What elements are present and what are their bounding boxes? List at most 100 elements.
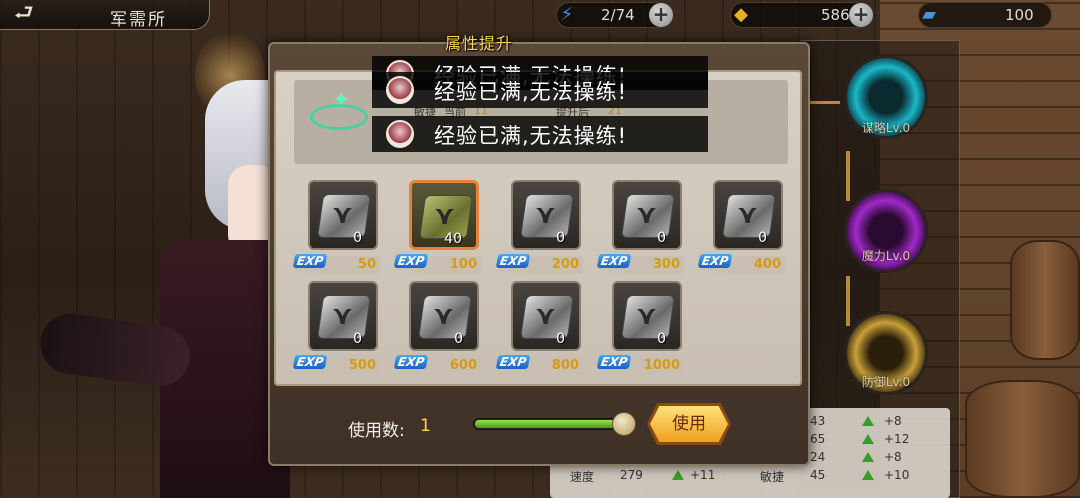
item-exp-value: 800 (551, 358, 579, 373)
item-exp-bar: EXP 1000 (596, 355, 684, 375)
page-title: 军需所 (110, 10, 167, 30)
stone-rune-mark: ⋎ (636, 301, 658, 331)
stat-value: 24 (810, 450, 826, 464)
skill-connector-line (846, 276, 850, 326)
stat-bonus: +8 (884, 414, 902, 428)
slider-knob[interactable] (612, 412, 636, 436)
item-count: 0 (556, 331, 565, 347)
item-frame: ⋎ 0 (308, 180, 378, 250)
gold-value: 586 (821, 6, 850, 24)
back-button[interactable]: ⮐ 军需所 (0, 0, 210, 30)
item-frame: ⋎ 0 (713, 180, 783, 250)
stat-bonus: +12 (884, 432, 910, 446)
exp-tag: EXP (495, 355, 531, 369)
stone-rune-mark: ⋎ (433, 301, 455, 331)
back-arrow-icon: ⮐ (14, 1, 34, 26)
item-exp-value: 400 (753, 257, 781, 272)
stat-up-arrow-icon (862, 452, 874, 462)
barrel (1010, 240, 1080, 360)
stat-bonus: +8 (884, 450, 902, 464)
stat-up-arrow-icon (862, 434, 874, 444)
exp-item-slot[interactable]: ⋎ 0 EXP 200 (495, 180, 591, 278)
item-frame: ⋎ 0 (612, 281, 682, 351)
toast-message: 经验已满,无法操练! (372, 72, 708, 108)
item-count: 0 (657, 230, 666, 246)
exp-item-slot[interactable]: ⋎ 40 EXP 100 (393, 180, 489, 278)
item-exp-bar: EXP 100 (393, 254, 481, 274)
exp-tag: EXP (292, 355, 328, 369)
stat-label: 速度 (570, 470, 595, 484)
stamina-counter: ⚡ 2/74 + (556, 2, 673, 28)
exp-tag: EXP (292, 254, 328, 268)
item-exp-bar: EXP 800 (495, 355, 583, 375)
rune-glow-icon: ✦ (310, 88, 370, 130)
item-exp-bar: EXP 50 (292, 254, 380, 274)
skill-connector-line (846, 151, 850, 201)
item-exp-bar: EXP 200 (495, 254, 583, 274)
exp-tag: EXP (495, 254, 531, 268)
exp-item-slot[interactable]: ⋎ 0 EXP 1000 (596, 281, 692, 379)
item-exp-value: 100 (449, 257, 477, 272)
barrel (965, 380, 1080, 498)
stone-rune-mark: ⋎ (535, 301, 557, 331)
stone-rune-mark: ⋎ (434, 201, 456, 231)
item-exp-value: 1000 (643, 358, 680, 373)
item-count: 40 (444, 231, 462, 247)
skill-magic-label: 魔力Lv.0 (861, 249, 911, 263)
use-button[interactable]: 使用 (650, 406, 728, 442)
stat-value: 43 (810, 414, 826, 428)
item-exp-value: 500 (348, 358, 376, 373)
stat-value: 279 (620, 468, 643, 482)
gold-ingot-icon: ◆ (734, 4, 748, 25)
item-frame: ⋎ 0 (511, 180, 581, 250)
item-frame: ⋎ 0 (612, 180, 682, 250)
stamina-value: 2/74 (601, 6, 635, 24)
item-exp-bar: EXP 300 (596, 254, 684, 274)
add-gold-button[interactable]: + (849, 3, 873, 27)
use-count-value: 1 (420, 416, 431, 436)
stat-bonus: +10 (884, 468, 910, 482)
gems-counter: ▰ 100 (918, 2, 1052, 28)
toast-text: 经验已满,无法操练! (434, 124, 628, 148)
exp-tag: EXP (697, 254, 733, 268)
top-bar: ⮐ 军需所 ⚡ 2/74 + ◆ 586 + ▰ 100 (0, 0, 1080, 32)
item-exp-value: 300 (652, 257, 680, 272)
gold-counter: ◆ 586 + (730, 2, 873, 28)
stat-value: 45 (810, 468, 826, 482)
exp-tag: EXP (393, 355, 429, 369)
stat-up-arrow-icon (862, 470, 874, 480)
skill-strategy-label: 谋略Lv.0 (861, 121, 911, 135)
exp-item-slot[interactable]: ⋎ 0 EXP 600 (393, 281, 489, 379)
item-frame: ⋎ 40 (409, 180, 479, 250)
exp-item-slot[interactable]: ⋎ 0 EXP 50 (292, 180, 388, 278)
exp-item-slot[interactable]: ⋎ 0 EXP 300 (596, 180, 692, 278)
stone-rune-mark: ⋎ (737, 200, 759, 230)
item-count: 0 (556, 230, 565, 246)
use-count-label: 使用数: (348, 421, 405, 441)
exp-tag: EXP (393, 254, 429, 268)
skill-defense-label: 防御Lv.0 (861, 375, 911, 389)
item-count: 0 (758, 230, 767, 246)
item-exp-bar: EXP 400 (697, 254, 785, 274)
exp-item-slot[interactable]: ⋎ 0 EXP 800 (495, 281, 591, 379)
stone-rune-mark: ⋎ (332, 200, 354, 230)
exp-tag: EXP (596, 355, 632, 369)
lightning-icon: ⚡ (560, 4, 574, 25)
character-avatar-icon (386, 76, 414, 104)
exp-item-slot[interactable]: ⋎ 0 EXP 400 (697, 180, 793, 278)
stone-rune-mark: ⋎ (332, 301, 354, 331)
item-exp-bar: EXP 500 (292, 355, 380, 375)
exp-item-slot[interactable]: ⋎ 0 EXP 500 (292, 281, 388, 379)
item-exp-value: 50 (357, 257, 376, 272)
rune-glyph: ✦ (332, 88, 351, 113)
character-avatar-icon (386, 120, 414, 148)
use-count-slider[interactable] (473, 412, 636, 436)
stat-bonus: +11 (690, 468, 716, 482)
dialog-title: 属性提升 (445, 34, 514, 53)
add-stamina-button[interactable]: + (649, 3, 673, 27)
gems-value: 100 (1005, 6, 1034, 24)
exp-tag: EXP (596, 254, 632, 268)
stat-value: 65 (810, 432, 826, 446)
toast-text: 经验已满,无法操练! (434, 80, 628, 104)
crystal-card-icon: ▰ (922, 4, 936, 25)
